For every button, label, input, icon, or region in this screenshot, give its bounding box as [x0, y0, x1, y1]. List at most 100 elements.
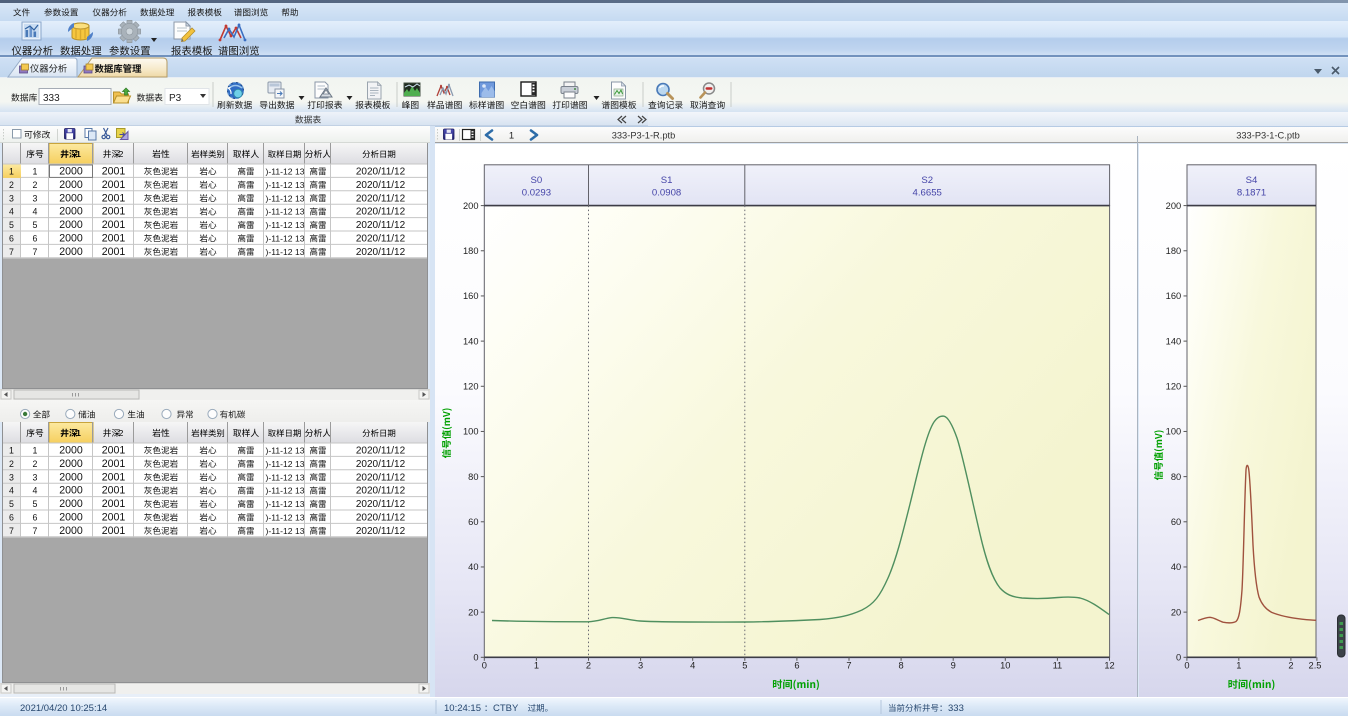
- svg-text:)-11-12 13: )-11-12 13: [266, 247, 305, 257]
- svg-text:60: 60: [468, 517, 478, 527]
- svg-text:10:24:15: 10:24:15: [444, 703, 481, 714]
- svg-text:8.1871: 8.1871: [1237, 188, 1266, 199]
- svg-text:2000: 2000: [59, 246, 83, 258]
- svg-text:2000: 2000: [59, 485, 83, 497]
- svg-text:2001: 2001: [102, 471, 126, 483]
- svg-text:2000: 2000: [59, 219, 83, 231]
- svg-text:)-11-12 13: )-11-12 13: [266, 459, 305, 469]
- svg-text:4: 4: [33, 207, 38, 217]
- svg-text:5: 5: [742, 661, 747, 671]
- svg-text:140: 140: [463, 336, 479, 346]
- svg-text:)-11-12 13: )-11-12 13: [266, 513, 305, 523]
- svg-text:8: 8: [899, 661, 904, 671]
- svg-text:S0: S0: [531, 175, 543, 186]
- svg-text:2020/11/12: 2020/11/12: [356, 446, 406, 457]
- svg-text:2000: 2000: [59, 233, 83, 245]
- svg-text:5: 5: [33, 499, 38, 509]
- svg-text:2020/11/12: 2020/11/12: [356, 234, 406, 245]
- svg-text:2001: 2001: [102, 233, 126, 245]
- svg-text:4: 4: [33, 486, 38, 496]
- svg-text:)-11-12 13: )-11-12 13: [266, 526, 305, 536]
- svg-text:333: 333: [43, 93, 60, 104]
- svg-text:1: 1: [9, 167, 14, 177]
- svg-text:4: 4: [690, 661, 695, 671]
- svg-text:3: 3: [33, 472, 38, 482]
- svg-text:0: 0: [1184, 661, 1189, 671]
- svg-text:2000: 2000: [59, 471, 83, 483]
- svg-text:2001: 2001: [102, 458, 126, 470]
- svg-text:2001: 2001: [102, 219, 126, 231]
- svg-text:80: 80: [1171, 472, 1181, 482]
- svg-text:6: 6: [794, 661, 799, 671]
- svg-text:)-11-12 13: )-11-12 13: [266, 499, 305, 509]
- svg-text:)-11-12 13: )-11-12 13: [266, 193, 305, 203]
- svg-text:2020/11/12: 2020/11/12: [356, 193, 406, 204]
- svg-text:)-11-12 13: )-11-12 13: [266, 220, 305, 230]
- svg-text:7: 7: [9, 247, 14, 257]
- svg-text:)-11-12 13: )-11-12 13: [266, 207, 305, 217]
- svg-text:20: 20: [468, 607, 478, 617]
- svg-text:2001: 2001: [102, 512, 126, 524]
- svg-text:2: 2: [119, 149, 124, 159]
- svg-text:2020/11/12: 2020/11/12: [356, 526, 406, 537]
- svg-text:0: 0: [1176, 653, 1181, 663]
- svg-text:2001: 2001: [102, 525, 126, 537]
- svg-text:0: 0: [482, 661, 487, 671]
- svg-text:S1: S1: [661, 175, 673, 186]
- svg-text:2001: 2001: [102, 192, 126, 204]
- svg-text:P3: P3: [169, 93, 182, 104]
- svg-text:333-P3-1-R.ptb: 333-P3-1-R.ptb: [612, 131, 676, 141]
- svg-text:3: 3: [9, 472, 14, 482]
- svg-text:333: 333: [948, 703, 964, 714]
- svg-text:)-11-12 13: )-11-12 13: [266, 167, 305, 177]
- svg-text:12: 12: [1104, 661, 1114, 671]
- svg-text:20: 20: [1171, 607, 1181, 617]
- svg-text:140: 140: [1166, 336, 1182, 346]
- svg-text:100: 100: [1166, 427, 1182, 437]
- svg-text:5: 5: [33, 220, 38, 230]
- svg-text:4.6655: 4.6655: [913, 188, 942, 199]
- svg-text:CTBY: CTBY: [493, 703, 519, 714]
- svg-text:2001: 2001: [102, 445, 126, 457]
- svg-text:180: 180: [463, 246, 479, 256]
- svg-text:1: 1: [509, 131, 514, 142]
- svg-text:2021/04/20 10:25:14: 2021/04/20 10:25:14: [20, 703, 107, 714]
- svg-text:7: 7: [9, 526, 14, 536]
- svg-text:200: 200: [463, 201, 479, 211]
- svg-text:0.0908: 0.0908: [652, 188, 681, 199]
- svg-text:2001: 2001: [102, 206, 126, 218]
- svg-text:2000: 2000: [59, 498, 83, 510]
- svg-text:2020/11/12: 2020/11/12: [356, 247, 406, 258]
- svg-text:3: 3: [9, 193, 14, 203]
- svg-text:6: 6: [9, 234, 14, 244]
- svg-text:2001: 2001: [102, 498, 126, 510]
- svg-text:11: 11: [1053, 661, 1063, 671]
- svg-text:)-11-12 13: )-11-12 13: [266, 234, 305, 244]
- svg-text:2020/11/12: 2020/11/12: [356, 513, 406, 524]
- svg-text:10: 10: [1000, 661, 1010, 671]
- svg-text:1: 1: [76, 428, 81, 438]
- svg-text:40: 40: [468, 562, 478, 572]
- svg-text:4: 4: [9, 207, 14, 217]
- svg-text:)-11-12 13: )-11-12 13: [266, 486, 305, 496]
- svg-text:5: 5: [9, 499, 14, 509]
- svg-text:2001: 2001: [102, 485, 126, 497]
- svg-text:1: 1: [33, 167, 38, 177]
- svg-text:2000: 2000: [59, 458, 83, 470]
- svg-text:2020/11/12: 2020/11/12: [356, 486, 406, 497]
- svg-text:2001: 2001: [102, 166, 126, 178]
- svg-text:2000: 2000: [59, 445, 83, 457]
- svg-text:7: 7: [33, 526, 38, 536]
- svg-text:2: 2: [9, 459, 14, 469]
- svg-text:2020/11/12: 2020/11/12: [356, 207, 406, 218]
- svg-text:2: 2: [33, 459, 38, 469]
- svg-text:6: 6: [33, 234, 38, 244]
- svg-text:9: 9: [951, 661, 956, 671]
- svg-text:80: 80: [468, 472, 478, 482]
- svg-text:0: 0: [473, 653, 478, 663]
- svg-text:2: 2: [33, 180, 38, 190]
- svg-text:5: 5: [9, 220, 14, 230]
- svg-text:2: 2: [1288, 661, 1293, 671]
- svg-text:3: 3: [638, 661, 643, 671]
- svg-text:2000: 2000: [59, 179, 83, 191]
